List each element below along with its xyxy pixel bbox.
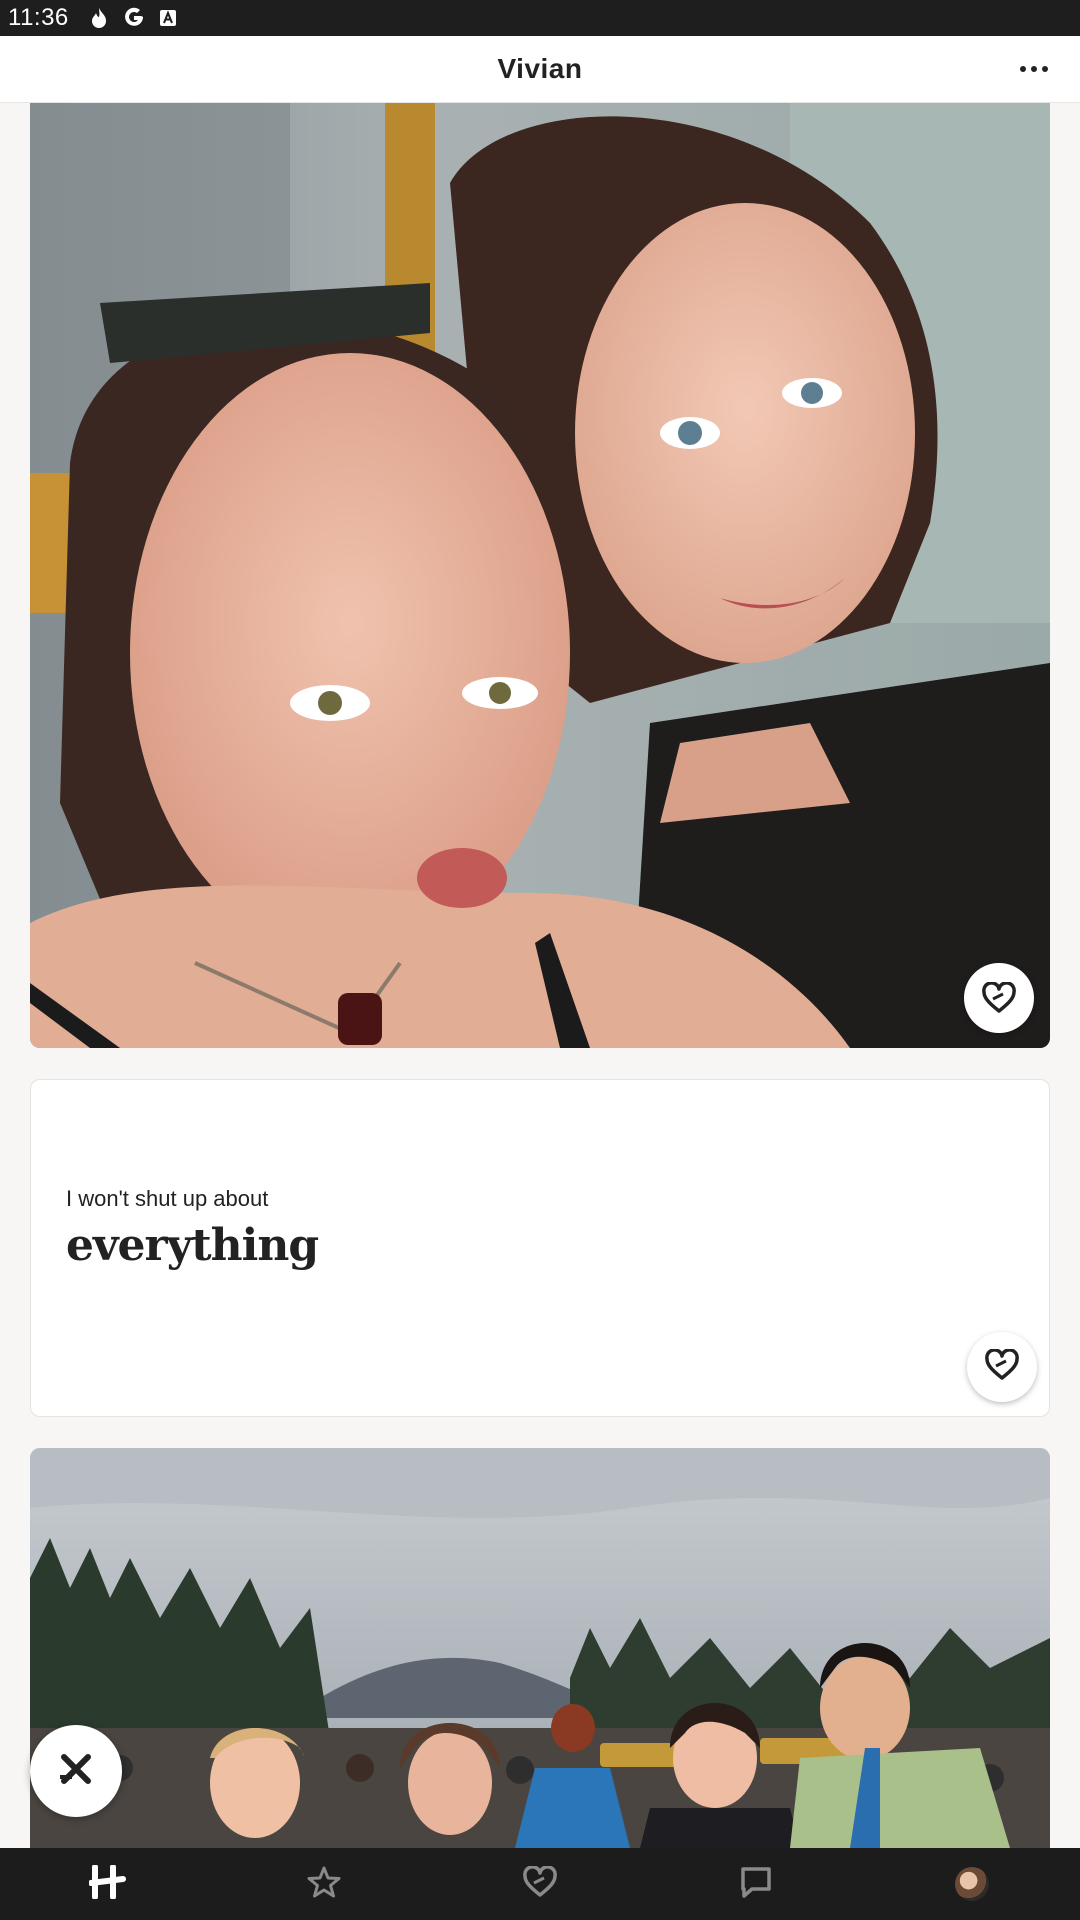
chat-icon [738,1865,774,1904]
bottom-nav [0,1848,1080,1920]
heart-icon [981,982,1017,1014]
prompt-answer: everything [66,1220,319,1271]
like-photo-button[interactable] [964,963,1034,1033]
nav-profile[interactable] [932,1854,1012,1914]
photo-2-image [30,1448,1050,1848]
profile-name: Vivian [497,53,583,84]
google-icon [123,7,145,29]
profile-photo-2[interactable] [30,1448,1050,1848]
hinge-logo-icon [88,1863,127,1904]
profile-avatar [955,1867,989,1901]
prompt-question: I won't shut up about [66,1186,269,1211]
nav-likes[interactable] [500,1854,580,1914]
close-icon [56,1749,96,1794]
profile-header: Vivian [0,36,1080,103]
nav-discover[interactable] [68,1854,148,1914]
status-bar: 11:36 [0,0,1080,36]
like-prompt-button[interactable] [967,1332,1037,1402]
photo-1-image [30,103,1050,1048]
status-time: 11:36 [8,4,69,31]
heart-icon [522,1864,558,1903]
profile-photo-1[interactable] [30,103,1050,1048]
heart-icon [984,1347,1020,1386]
star-icon [306,1865,342,1904]
more-dots-icon[interactable] [1016,54,1052,84]
nav-standouts[interactable] [284,1854,364,1914]
nav-matches[interactable] [716,1854,796,1914]
prompt-card: I won't shut up about everything [30,1079,1050,1417]
font-icon [159,9,177,27]
skip-button[interactable] [30,1725,122,1817]
fire-icon [89,7,109,29]
